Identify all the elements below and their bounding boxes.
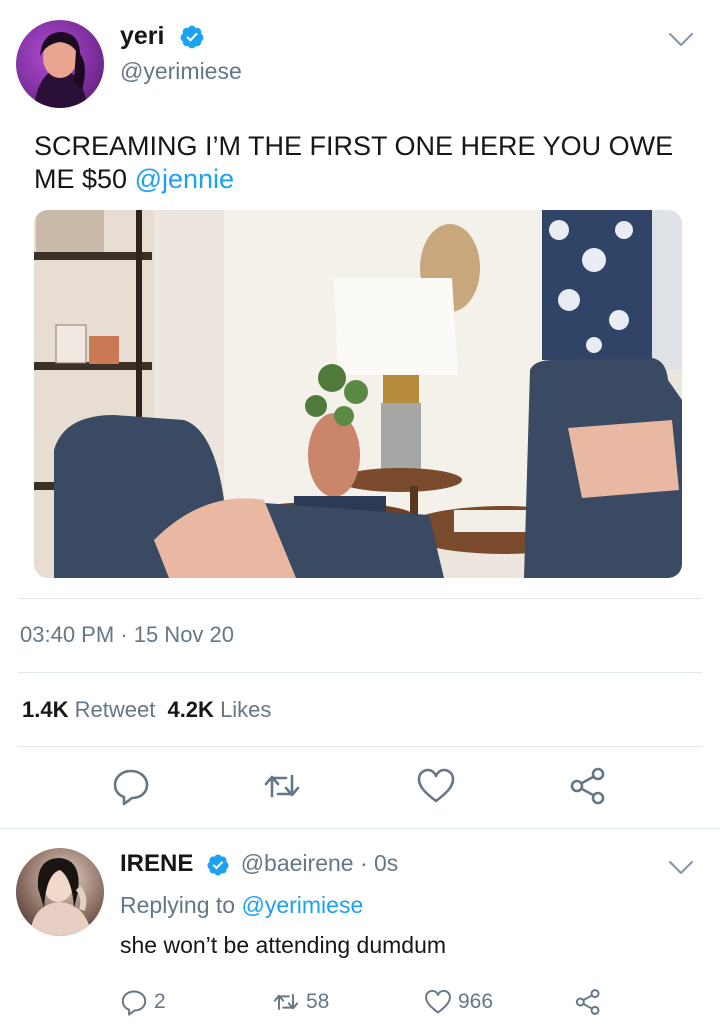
reply-count: 2 [154, 990, 166, 1013]
reply-actions: 2 58 966 [0, 986, 720, 1020]
like-count: 4.2K [167, 697, 214, 722]
share-action[interactable] [574, 986, 602, 1018]
retweet-stat[interactable]: 1.4K Retweet [22, 697, 155, 722]
reply-header: IRENE @baeirene · 0s [120, 850, 398, 878]
retweet-icon [273, 994, 299, 1010]
replying-prefix: Replying to [120, 892, 242, 918]
reply-icon[interactable] [111, 766, 151, 806]
tweet-image[interactable] [34, 210, 682, 578]
display-name[interactable]: yeri [120, 22, 205, 51]
like-label: Likes [220, 697, 272, 722]
user-handle[interactable]: @yerimiese [120, 58, 242, 85]
verified-badge-icon [207, 854, 229, 876]
tweet-timestamp[interactable]: 03:40 PM · 15 Nov 20 [20, 622, 234, 648]
divider [18, 672, 702, 673]
retweet-count: 1.4K [22, 697, 69, 722]
heart-icon[interactable] [416, 766, 456, 806]
retweet-label: Retweet [74, 697, 156, 722]
chevron-down-icon[interactable] [668, 860, 694, 876]
avatar[interactable] [16, 20, 104, 108]
reply-display-name[interactable]: IRENE [120, 850, 193, 877]
like-stat[interactable]: 4.2K Likes [167, 697, 271, 722]
share-icon[interactable] [568, 766, 608, 806]
tweet-body: SCREAMING I’M THE FIRST ONE HERE YOU OWE… [34, 131, 674, 194]
tweet-text: SCREAMING I’M THE FIRST ONE HERE YOU OWE… [34, 130, 674, 196]
engagement-stats: 1.4K Retweet 4.2K Likes [22, 697, 271, 723]
reply-action[interactable]: 2 [120, 986, 166, 1018]
heart-icon [425, 989, 451, 1014]
retweet-count: 58 [306, 990, 330, 1013]
display-name-text[interactable]: yeri [120, 22, 164, 50]
verified-badge-icon [181, 26, 204, 49]
reply-icon [121, 990, 147, 1016]
chevron-down-icon[interactable] [668, 32, 694, 48]
reply-text: she won’t be attending dumdum [120, 932, 447, 958]
divider [18, 746, 702, 747]
replying-to: Replying to @yerimiese [120, 892, 363, 919]
tweet-actions [0, 766, 720, 812]
reply-avatar[interactable] [16, 848, 104, 936]
like-count: 966 [458, 990, 494, 1013]
retweet-icon[interactable] [262, 766, 302, 806]
like-action[interactable]: 966 [424, 986, 493, 1018]
divider [18, 598, 702, 599]
share-icon [575, 989, 600, 1015]
retweet-action[interactable]: 58 [272, 986, 329, 1018]
divider [0, 828, 720, 829]
mention-link[interactable]: @jennie [135, 164, 234, 194]
reply-handle-time[interactable]: @baeirene · 0s [241, 850, 399, 876]
replying-handle-link[interactable]: @yerimiese [241, 892, 363, 918]
